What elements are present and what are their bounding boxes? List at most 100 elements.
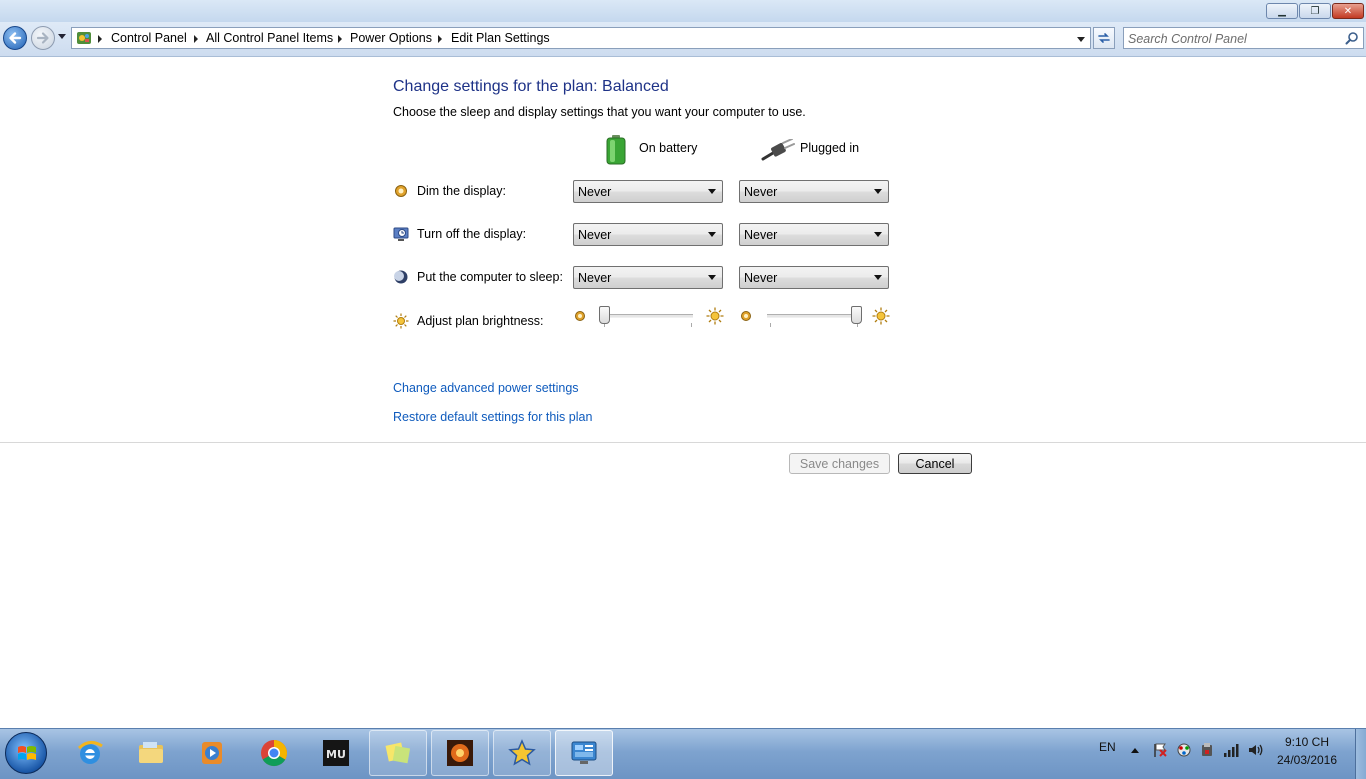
save-changes-button[interactable]: Save changes <box>789 453 890 474</box>
bright-sun-icon <box>706 307 724 325</box>
minimize-button[interactable]: ▁ <box>1266 3 1298 19</box>
taskbar-file-explorer[interactable] <box>122 730 180 776</box>
page-title: Change settings for the plan: Balanced <box>393 78 669 95</box>
search-input[interactable] <box>1126 29 1340 49</box>
page-description: Choose the sleep and display settings th… <box>393 105 806 119</box>
dim-sun-icon <box>575 311 585 321</box>
taskbar-media-player[interactable] <box>183 730 241 776</box>
dim-display-icon <box>395 185 407 197</box>
address-dropdown-button[interactable] <box>1077 37 1085 42</box>
start-button[interactable] <box>5 732 47 774</box>
star-app-icon <box>508 739 536 766</box>
search-icon[interactable] <box>1345 31 1359 45</box>
breadcrumb-edit-plan[interactable]: Edit Plan Settings <box>451 31 550 45</box>
brightness-plugged-slider[interactable] <box>740 306 890 330</box>
maximize-button[interactable]: ❐ <box>1299 3 1331 19</box>
taskbar-sticky-notes[interactable] <box>369 730 427 776</box>
brightness-label: Adjust plan brightness: <box>417 314 544 328</box>
internet-explorer-icon <box>77 741 103 764</box>
minimize-icon: ▁ <box>1278 5 1286 17</box>
turn-off-display-battery-select[interactable]: Never <box>573 223 723 246</box>
main-content: Change settings for the plan: Balanced C… <box>0 57 1366 728</box>
taskbar-star-app[interactable] <box>493 730 551 776</box>
dim-display-plugged-select[interactable]: Never <box>739 180 889 203</box>
navigation-bar: Control Panel All Control Panel Items Po… <box>0 22 1366 57</box>
taskbar-control-panel[interactable] <box>555 730 613 776</box>
breadcrumb-separator[interactable] <box>438 35 442 43</box>
forward-arrow-icon <box>36 32 49 44</box>
tray-app-icon[interactable] <box>1176 742 1192 758</box>
chevron-down-icon <box>874 232 882 237</box>
restore-defaults-link[interactable]: Restore default settings for this plan <box>393 410 592 424</box>
clock-time[interactable]: 9:10 CH <box>1272 735 1342 749</box>
sleep-label: Put the computer to sleep: <box>417 270 563 284</box>
refresh-icon <box>1098 33 1110 43</box>
slider-tick <box>770 323 771 327</box>
taskbar-mu-game[interactable]: MU <box>307 730 365 776</box>
turn-off-display-plugged-select[interactable]: Never <box>739 223 889 246</box>
slider-track <box>767 314 859 318</box>
recent-pages-button[interactable] <box>58 34 66 39</box>
monitor-clock-icon <box>393 227 409 241</box>
breadcrumb-all-items[interactable]: All Control Panel Items <box>206 31 333 45</box>
tray-usb-icon[interactable] <box>1199 742 1215 758</box>
address-bar[interactable]: Control Panel All Control Panel Items Po… <box>71 27 1091 49</box>
sleep-plugged-select[interactable]: Never <box>739 266 889 289</box>
volume-speaker-icon[interactable] <box>1247 742 1263 758</box>
file-explorer-icon <box>139 742 163 763</box>
divider <box>0 442 1366 443</box>
brightness-battery-slider[interactable] <box>574 306 724 330</box>
sticky-notes-icon <box>385 742 411 764</box>
media-player-icon <box>202 742 222 764</box>
sleep-battery-select[interactable]: Never <box>573 266 723 289</box>
network-signal-icon[interactable] <box>1223 742 1239 758</box>
brightness-sun-icon <box>393 313 409 329</box>
moon-icon <box>394 270 408 284</box>
windows-logo-icon <box>18 746 36 760</box>
breadcrumb-control-panel[interactable]: Control Panel <box>111 31 187 45</box>
taskbar-game-launcher[interactable] <box>431 730 489 776</box>
chevron-down-icon <box>874 275 882 280</box>
search-box[interactable] <box>1123 27 1364 49</box>
show-hidden-icons-button[interactable] <box>1131 748 1139 753</box>
close-button[interactable]: ✕ <box>1332 3 1364 19</box>
column-header-plugged-in: Plugged in <box>800 141 860 155</box>
control-panel-icon <box>77 32 91 44</box>
restore-icon: ❐ <box>1310 5 1320 17</box>
bright-sun-icon <box>872 307 890 325</box>
slider-thumb[interactable] <box>599 306 610 324</box>
breadcrumb-power-options[interactable]: Power Options <box>350 31 432 45</box>
close-icon: ✕ <box>1343 5 1353 17</box>
breadcrumb-separator[interactable] <box>98 35 102 43</box>
select-value: Never <box>744 185 778 199</box>
action-center-flag-icon[interactable] <box>1152 742 1168 758</box>
slider-thumb[interactable] <box>851 306 862 324</box>
forward-button[interactable] <box>31 26 55 50</box>
taskbar: MU EN 9:10 CH 24/03/2016 <box>0 728 1366 779</box>
chevron-down-icon <box>708 275 716 280</box>
cancel-button[interactable]: Cancel <box>898 453 972 474</box>
taskbar-chrome[interactable] <box>245 730 303 776</box>
show-desktop-button[interactable] <box>1355 729 1366 779</box>
game-launcher-icon <box>447 740 473 766</box>
mu-game-icon: MU <box>323 740 349 766</box>
taskbar-internet-explorer[interactable] <box>61 730 119 776</box>
battery-icon <box>606 135 626 165</box>
clock-date[interactable]: 24/03/2016 <box>1272 753 1342 767</box>
dim-display-label: Dim the display: <box>417 184 506 198</box>
breadcrumb-separator[interactable] <box>338 35 342 43</box>
slider-track <box>601 314 693 318</box>
chevron-down-icon <box>708 189 716 194</box>
select-value: Never <box>744 271 778 285</box>
column-header-battery: On battery <box>639 141 698 155</box>
change-advanced-settings-link[interactable]: Change advanced power settings <box>393 381 579 395</box>
dim-display-battery-select[interactable]: Never <box>573 180 723 203</box>
refresh-button[interactable] <box>1093 27 1115 49</box>
select-value: Never <box>578 271 612 285</box>
chevron-down-icon <box>708 232 716 237</box>
select-value: Never <box>578 228 612 242</box>
chrome-icon <box>261 740 288 767</box>
language-indicator[interactable]: EN <box>1099 740 1116 754</box>
back-button[interactable] <box>3 26 27 50</box>
breadcrumb-separator[interactable] <box>194 35 198 43</box>
